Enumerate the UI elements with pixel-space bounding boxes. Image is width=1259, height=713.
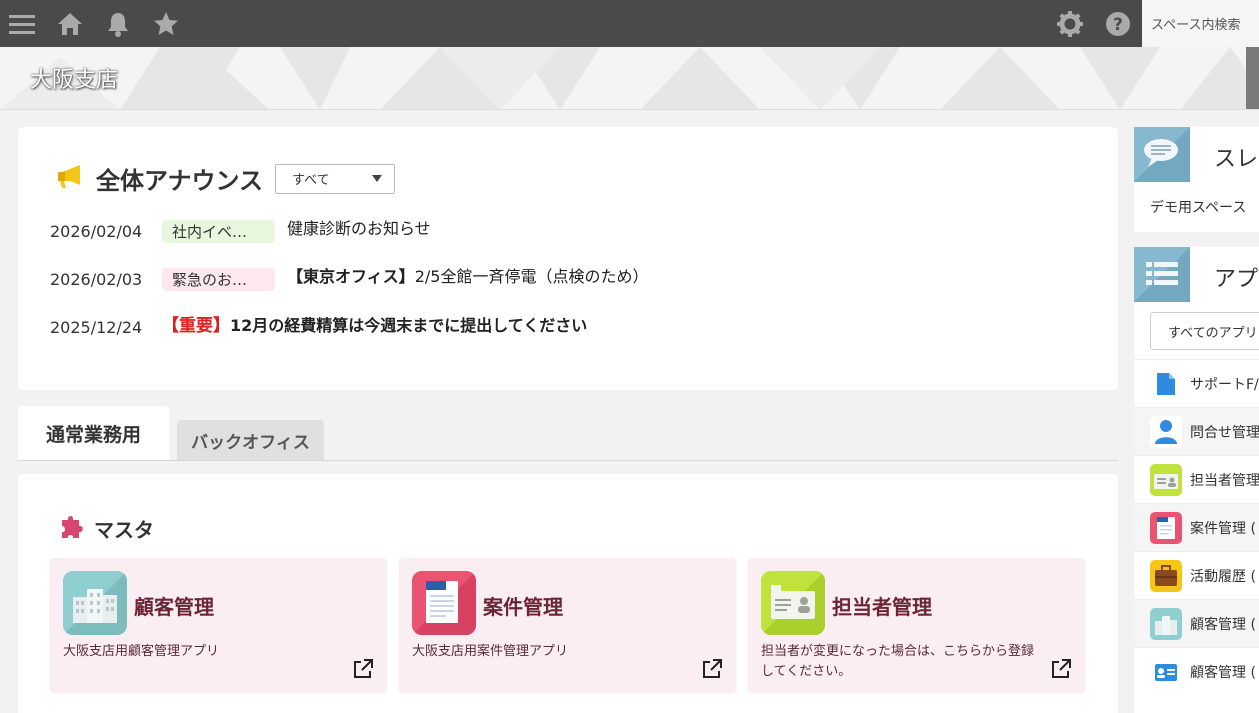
id-card-icon [761, 571, 825, 635]
help-icon[interactable]: ? [1102, 8, 1134, 40]
scrollbar-thumb[interactable] [1246, 47, 1259, 109]
external-link-icon[interactable] [701, 658, 723, 680]
svg-text:?: ? [1113, 15, 1123, 35]
space-header: 大阪支店 [0, 47, 1259, 110]
sidebar-app-label: 顧客管理 ( [1190, 616, 1256, 633]
sidebar-app-project[interactable]: 案件管理 ( [1134, 503, 1259, 551]
category-badge: 緊急のお… [162, 268, 275, 291]
sidebar-apps-block: アプ すべてのアプリ サポートF/ 問合せ管理 担当者管理 案件管理 ( 活動履… [1134, 247, 1259, 713]
contact-card-icon [1150, 655, 1182, 688]
external-link-icon[interactable] [352, 658, 374, 680]
external-link-icon[interactable] [1050, 658, 1072, 680]
building-icon [1150, 607, 1182, 640]
sidebar-app-customer-2[interactable]: 顧客管理 ( [1134, 647, 1259, 695]
speech-bubble-icon [1134, 127, 1190, 182]
announcement-filter-select[interactable]: すべて [275, 163, 396, 194]
id-card-icon [1150, 463, 1182, 496]
app-card-staff[interactable]: 担当者管理 担当者が変更になった場合は、こちらから登録してください。 [748, 558, 1085, 692]
announcement-date: 2025/12/24 [50, 318, 143, 337]
announcement-item[interactable]: 2026/02/03 緊急のお… 【東京オフィス】2/5全館一斉停電（点検のため… [50, 263, 648, 291]
section-title: マスタ [94, 517, 154, 542]
apps-filter-select[interactable]: すべてのアプリ [1150, 312, 1259, 350]
sidebar-app-support[interactable]: サポートF/ [1134, 359, 1259, 407]
list-icon [1134, 247, 1190, 302]
tab-content-panel: マスタ 顧客管理 大阪支店用顧客管理アプリ 案件管理 大阪支店用案件管理アプリ … [18, 474, 1118, 713]
thread-section-title: スレ [1214, 147, 1259, 172]
puzzle-icon [58, 512, 86, 544]
header-background-pattern [1, 47, 1259, 109]
announcement-link[interactable]: 【東京オフィス】2/5全館一斉停電（点検のため） [287, 263, 648, 287]
apps-section-title: アプ [1214, 267, 1259, 292]
announcement-title-bold: 12月の経費精算は今週末までに提出してください [230, 316, 588, 335]
announcement-title: 全体アナウンス [96, 167, 264, 195]
sidebar-app-label: 顧客管理 ( [1190, 664, 1256, 681]
person-icon [1150, 415, 1182, 448]
app-card-name: 顧客管理 [134, 595, 214, 619]
space-title: 大阪支店 [30, 68, 119, 93]
sidebar-app-label: 問合せ管理 [1190, 424, 1259, 441]
space-search-input[interactable]: スペース内検索 [1142, 0, 1259, 47]
sidebar-app-label: 担当者管理 [1190, 472, 1259, 489]
gear-icon[interactable] [1054, 8, 1086, 40]
announcement-panel: 全体アナウンス すべて 2026/02/04 社内イベ… 健康診断のお知らせ 2… [18, 127, 1118, 390]
category-badge: 社内イベ… [162, 220, 275, 243]
file-icon [1150, 368, 1182, 400]
announcement-link[interactable]: 【重要】12月の経費精算は今週末までに提出してください [162, 311, 587, 336]
announcement-title-bold: 【東京オフィス】 [287, 267, 415, 286]
sidebar-app-customer[interactable]: 顧客管理 ( [1134, 599, 1259, 647]
announcement-date: 2026/02/04 [50, 222, 143, 241]
app-card-name: 担当者管理 [832, 595, 932, 619]
app-card-name: 案件管理 [483, 595, 563, 619]
sidebar-app-inquiry[interactable]: 問合せ管理 [1134, 407, 1259, 455]
sidebar-app-activity[interactable]: 活動履歴 ( [1134, 551, 1259, 599]
menu-icon[interactable] [6, 8, 38, 40]
tabs-divider [18, 460, 1118, 461]
app-card-customer[interactable]: 顧客管理 大阪支店用顧客管理アプリ [50, 558, 387, 692]
app-card-description: 大阪支店用顧客管理アプリ [63, 644, 220, 659]
building-icon [63, 571, 127, 635]
app-card-project[interactable]: 案件管理 大阪支店用案件管理アプリ [399, 558, 736, 692]
app-card-description: 大阪支店用案件管理アプリ [412, 644, 569, 659]
sidebar-thread-block: スレ デモ用スペース [1134, 127, 1259, 232]
sidebar-app-label: 活動履歴 ( [1190, 568, 1256, 585]
briefcase-icon [1150, 559, 1182, 592]
megaphone-icon [56, 164, 84, 194]
top-navigation-bar: ? スペース内検索 [0, 0, 1259, 47]
tab-regular-work[interactable]: 通常業務用 [18, 406, 169, 460]
app-card-description: 担当者が変更になった場合は、こちらから登録してください。 [761, 644, 1035, 679]
bell-icon[interactable] [102, 8, 134, 40]
filter-select-value: すべて [292, 173, 330, 188]
important-label: 【重要】 [162, 316, 230, 336]
announcement-item[interactable]: 2026/02/04 社内イベ… 健康診断のお知らせ [50, 215, 431, 243]
document-icon [1150, 511, 1182, 544]
thread-space-link[interactable]: デモ用スペース [1150, 197, 1246, 217]
document-icon [412, 571, 476, 635]
sidebar-app-label: 案件管理 ( [1190, 520, 1256, 537]
dropdown-arrow-icon [372, 175, 383, 182]
sidebar-app-label: サポートF/ [1190, 376, 1259, 393]
star-icon[interactable] [150, 8, 182, 40]
announcement-link[interactable]: 健康診断のお知らせ [287, 215, 431, 239]
tab-back-office[interactable]: バックオフィス [177, 420, 324, 460]
announcement-title-rest: 2/5全館一斉停電（点検のため） [414, 267, 649, 286]
home-icon[interactable] [54, 8, 86, 40]
announcement-date: 2026/02/03 [50, 270, 143, 289]
announcement-item[interactable]: 2025/12/24 【重要】12月の経費精算は今週末までに提出してください [50, 311, 587, 337]
sidebar-app-staff[interactable]: 担当者管理 [1134, 455, 1259, 503]
